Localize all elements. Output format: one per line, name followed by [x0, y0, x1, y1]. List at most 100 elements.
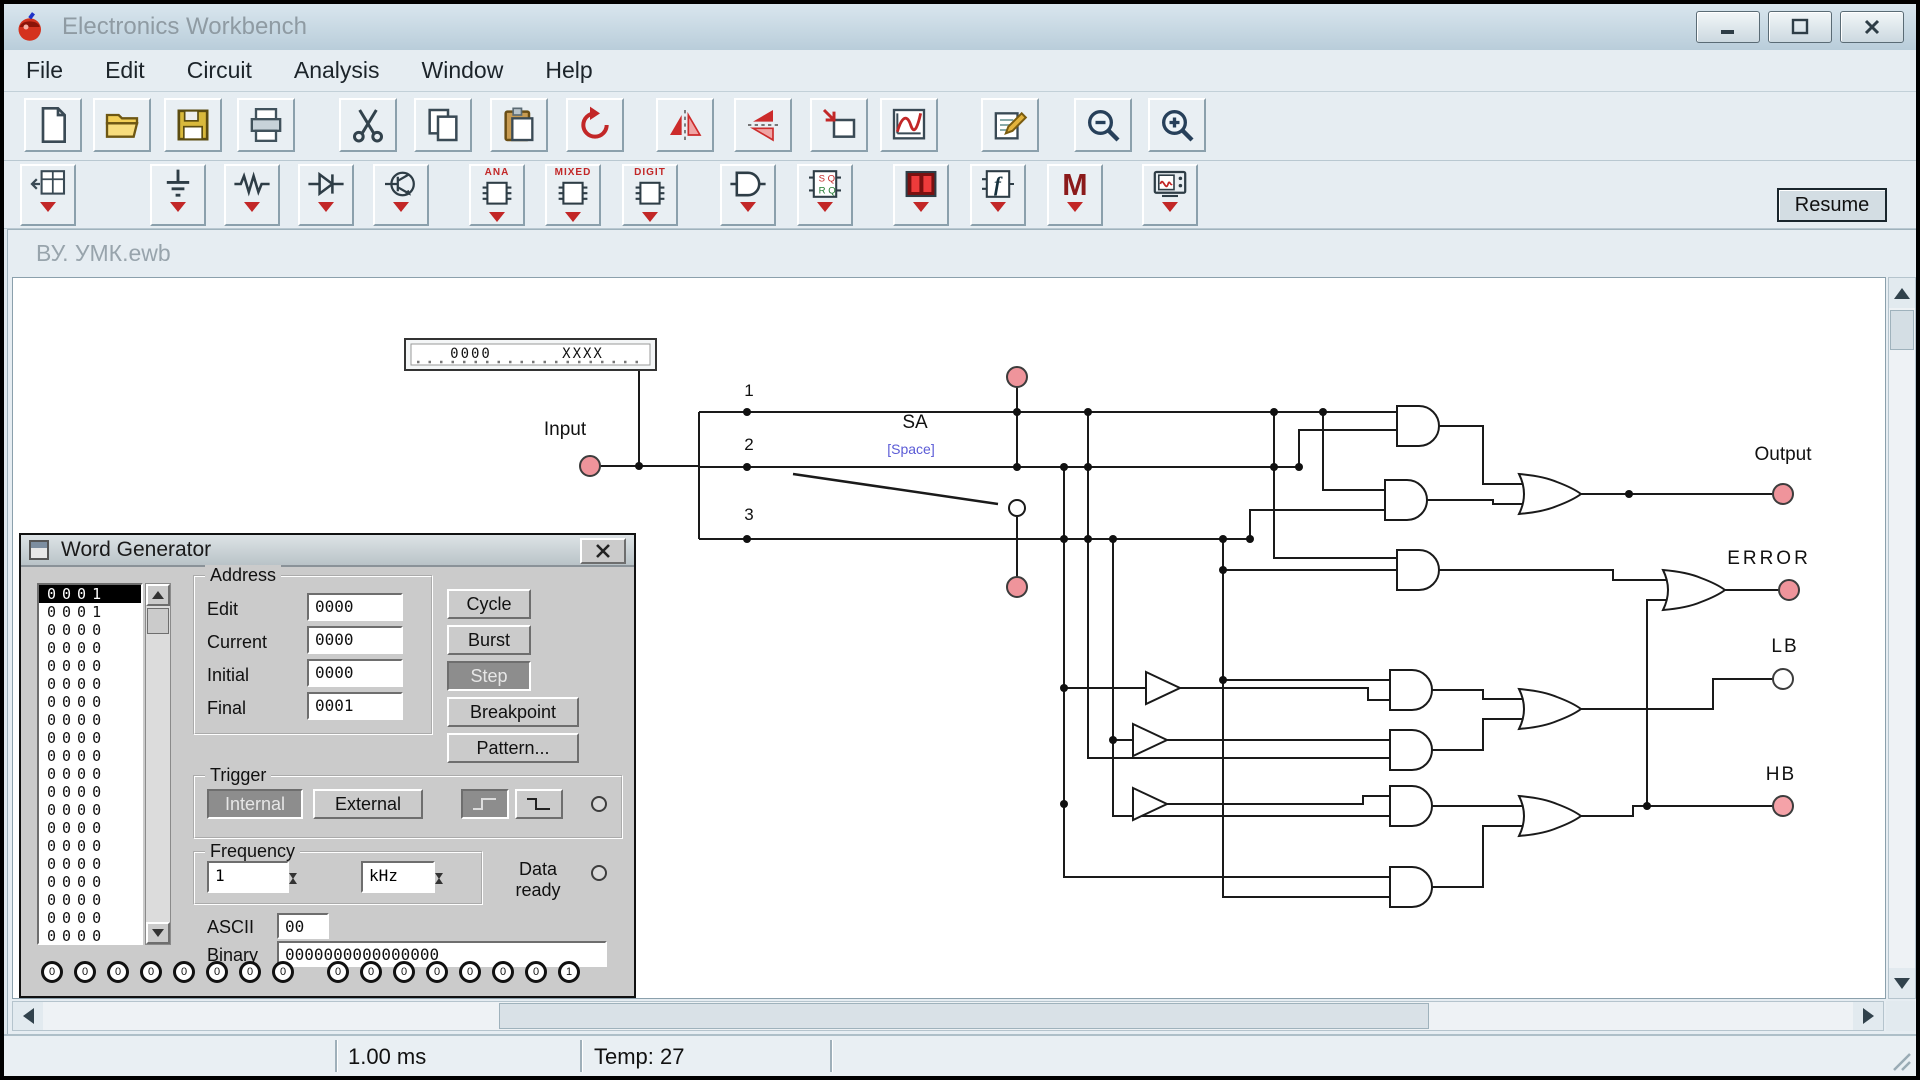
trigger-external-button[interactable]: External — [313, 789, 423, 819]
and-gate-3[interactable] — [1397, 550, 1439, 590]
wordgen-scroll-up-button[interactable] — [146, 584, 170, 606]
sources-bin-button[interactable] — [150, 164, 206, 226]
wordgen-terminal-11[interactable]: 0 — [426, 961, 448, 983]
wordgen-word-row-3[interactable]: 0000 — [39, 639, 141, 657]
resume-button[interactable]: Resume — [1777, 188, 1887, 222]
save-button[interactable] — [164, 98, 222, 152]
buffer-1[interactable] — [1146, 672, 1180, 704]
copy-button[interactable] — [414, 98, 472, 152]
cycle-button[interactable]: Cycle — [447, 589, 531, 619]
analog-ic-bin-button[interactable]: ANA — [469, 164, 525, 226]
frequency-value[interactable]: 1 — [207, 861, 289, 893]
wordgen-terminal-3[interactable]: 0 — [140, 961, 162, 983]
indicators-bin-button[interactable] — [893, 164, 949, 226]
wordgen-terminal-2[interactable]: 0 — [107, 961, 129, 983]
switch-top-terminal[interactable] — [1007, 367, 1027, 387]
scroll-left-button[interactable] — [13, 1002, 43, 1030]
or-gate-output[interactable] — [1519, 474, 1581, 514]
instruments-bin-button[interactable] — [1142, 164, 1198, 226]
print-button[interactable] — [237, 98, 295, 152]
transistors-bin-button[interactable] — [373, 164, 429, 226]
flip-vertical-button[interactable] — [734, 98, 792, 152]
wordgen-word-row-17[interactable]: 0000 — [39, 891, 141, 909]
scroll-up-button[interactable] — [1889, 278, 1915, 308]
and-gate-5[interactable] — [1390, 730, 1432, 770]
miscellaneous-bin-button[interactable]: M — [1047, 164, 1103, 226]
unit-down-button[interactable] — [435, 879, 457, 897]
horizontal-scrollbar[interactable] — [12, 1001, 1884, 1031]
wordgen-word-row-11[interactable]: 0000 — [39, 783, 141, 801]
zoom-out-button[interactable] — [1074, 98, 1132, 152]
wordgen-list-scrollbar[interactable] — [145, 583, 171, 945]
paste-button[interactable] — [490, 98, 548, 152]
cut-button[interactable] — [339, 98, 397, 152]
wordgen-terminal-9[interactable]: 0 — [360, 961, 382, 983]
wordgen-terminal-5[interactable]: 0 — [206, 961, 228, 983]
and-gate-7[interactable] — [1390, 867, 1432, 907]
wordgen-word-row-1[interactable]: 0001 — [39, 603, 141, 621]
new-button[interactable] — [24, 98, 82, 152]
trigger-indicator-led[interactable] — [591, 796, 607, 812]
wordgen-terminal-0[interactable]: 0 — [41, 961, 63, 983]
rotate-button[interactable] — [566, 98, 624, 152]
wordgen-word-row-12[interactable]: 0000 — [39, 801, 141, 819]
address-edit-field[interactable]: 0000 — [307, 593, 403, 621]
frequency-down-button[interactable] — [289, 879, 311, 897]
vertical-scrollbar[interactable] — [1888, 277, 1916, 999]
component-properties-button[interactable] — [981, 98, 1039, 152]
pattern-button[interactable]: Pattern... — [447, 733, 579, 763]
controls-bin-button[interactable]: f — [970, 164, 1026, 226]
menu-circuit[interactable]: Circuit — [187, 57, 252, 84]
display-graphs-button[interactable] — [880, 98, 938, 152]
diodes-bin-button[interactable] — [298, 164, 354, 226]
wordgen-terminal-10[interactable]: 0 — [393, 961, 415, 983]
wordgen-terminal-7[interactable]: 0 — [272, 961, 294, 983]
document-title-bar[interactable]: ВУ. УМК.ewb — [8, 230, 1920, 276]
word-generator-close-button[interactable] — [580, 538, 626, 564]
basic-bin-button[interactable] — [224, 164, 280, 226]
open-button[interactable] — [93, 98, 151, 152]
and-gate-4[interactable] — [1390, 670, 1432, 710]
step-button[interactable]: Step — [447, 661, 531, 691]
or-gate-lb[interactable] — [1519, 689, 1581, 729]
wordgen-terminal-13[interactable]: 0 — [492, 961, 514, 983]
wordgen-word-row-7[interactable]: 0000 — [39, 711, 141, 729]
menu-window[interactable]: Window — [422, 57, 504, 84]
error-terminal[interactable] — [1779, 580, 1799, 600]
wordgen-word-row-15[interactable]: 0000 — [39, 855, 141, 873]
wordgen-terminal-6[interactable]: 0 — [239, 961, 261, 983]
menu-help[interactable]: Help — [545, 57, 592, 84]
close-button[interactable] — [1840, 11, 1904, 43]
wordgen-word-row-8[interactable]: 0000 — [39, 729, 141, 747]
wordgen-scroll-thumb[interactable] — [147, 608, 169, 634]
frequency-unit-spinner[interactable]: kHz — [361, 861, 457, 893]
switch-blade[interactable] — [793, 474, 998, 504]
burst-button[interactable]: Burst — [447, 625, 531, 655]
wordgen-terminal-15[interactable]: 1 — [558, 961, 580, 983]
wordgen-word-row-19[interactable]: 0000 — [39, 927, 141, 945]
wordgen-word-row-6[interactable]: 0000 — [39, 693, 141, 711]
word-generator-title-bar[interactable]: Word Generator — [21, 535, 634, 567]
custom-parts-button[interactable] — [20, 164, 76, 226]
zoom-in-button[interactable] — [1148, 98, 1206, 152]
output-terminal[interactable] — [1773, 484, 1793, 504]
frequency-value-spinner[interactable]: 1 — [207, 861, 311, 893]
address-current-field[interactable]: 0000 — [307, 626, 403, 654]
wordgen-terminal-1[interactable]: 0 — [74, 961, 96, 983]
wordgen-scroll-down-button[interactable] — [146, 922, 170, 944]
input-terminal[interactable] — [580, 456, 600, 476]
minimize-button[interactable] — [1696, 11, 1760, 43]
frequency-unit[interactable]: kHz — [361, 861, 435, 893]
address-initial-field[interactable]: 0000 — [307, 659, 403, 687]
trigger-falling-edge-button[interactable] — [515, 789, 563, 819]
switch-contact[interactable] — [1009, 500, 1025, 516]
and-gate-1[interactable] — [1397, 406, 1439, 446]
wordgen-word-row-10[interactable]: 0000 — [39, 765, 141, 783]
lb-terminal[interactable] — [1773, 669, 1793, 689]
buffer-2[interactable] — [1133, 724, 1167, 756]
menu-analysis[interactable]: Analysis — [294, 57, 380, 84]
wordgen-word-row-5[interactable]: 0000 — [39, 675, 141, 693]
breakpoint-button[interactable]: Breakpoint — [447, 697, 579, 727]
wordgen-word-row-16[interactable]: 0000 — [39, 873, 141, 891]
wordgen-word-row-9[interactable]: 0000 — [39, 747, 141, 765]
